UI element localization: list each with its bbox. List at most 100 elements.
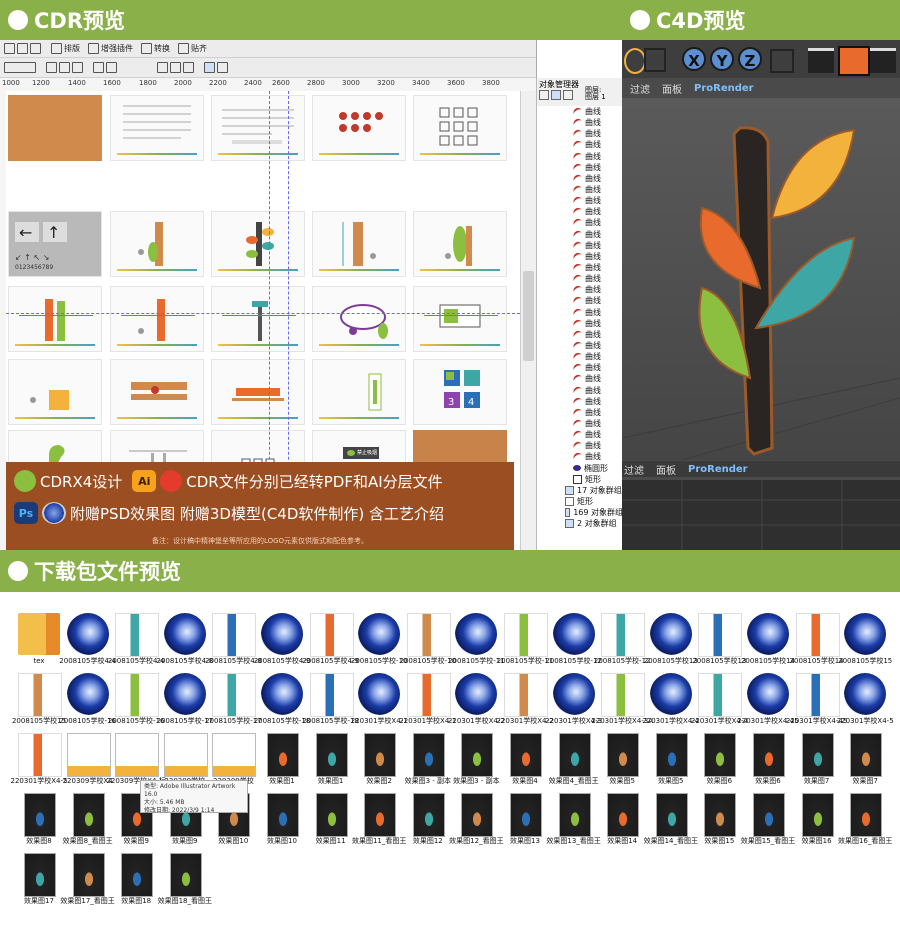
- page-thumb-sign-10[interactable]: [8, 359, 102, 425]
- file-item[interactable]: 效果图16_看图王: [838, 793, 892, 853]
- object-row-curve[interactable]: 曲线: [537, 384, 623, 396]
- c4d-viewport[interactable]: [622, 98, 900, 461]
- file-item[interactable]: 220301学校X4-5: [837, 673, 894, 733]
- bold-icon[interactable]: [46, 62, 57, 73]
- page-thumb-sign-7[interactable]: [211, 286, 305, 352]
- object-row-curve[interactable]: 曲线: [537, 317, 623, 329]
- object-row-curve[interactable]: 曲线: [537, 139, 623, 151]
- object-row-group[interactable]: 169 对象群组: [537, 507, 623, 518]
- object-row-curve[interactable]: 曲线: [537, 440, 623, 452]
- toolbar-item-plugin[interactable]: 增强插件: [88, 43, 133, 54]
- object-row-curve[interactable]: 曲线: [537, 128, 623, 140]
- text-icon[interactable]: [183, 62, 194, 73]
- page-thumb-sign-5[interactable]: [8, 286, 102, 352]
- page-thumb-sign-6[interactable]: [110, 286, 204, 352]
- menu-filter-2[interactable]: 过滤: [624, 462, 644, 477]
- page-thumb-arrows[interactable]: ← ↑ ↙ ↑ ↖ ↘ 0123456789: [8, 211, 102, 277]
- pan-icon[interactable]: [30, 43, 41, 54]
- object-row-curve[interactable]: 曲线: [537, 407, 623, 418]
- render-view-icon[interactable]: [808, 48, 834, 73]
- layer-icon[interactable]: [551, 90, 561, 100]
- list-view-icon[interactable]: [204, 62, 215, 73]
- object-row-rectangle[interactable]: 矩形: [537, 474, 623, 485]
- page-thumb-numbers[interactable]: 34: [413, 359, 507, 425]
- object-row-curve[interactable]: 曲线: [537, 106, 623, 117]
- page-thumb-sign-12[interactable]: [211, 359, 305, 425]
- toolbar-item-layout[interactable]: 排版: [51, 43, 80, 54]
- page-thumb-sign-11[interactable]: [110, 359, 204, 425]
- align-icon[interactable]: [106, 62, 117, 73]
- object-row-curve[interactable]: 曲线: [537, 173, 623, 184]
- toolbar-item-convert[interactable]: 转换: [141, 43, 170, 54]
- wrap-icon[interactable]: [170, 62, 181, 73]
- scrollbar-thumb[interactable]: [523, 271, 534, 361]
- file-item[interactable]: 效果图7: [840, 733, 890, 793]
- object-row-curve[interactable]: 曲线: [537, 284, 623, 296]
- page-thumb-sign-8[interactable]: [312, 286, 406, 352]
- file-item[interactable]: 效果图18_看图王: [158, 853, 212, 913]
- object-row-curve[interactable]: 曲线: [537, 206, 623, 218]
- object-row-curve[interactable]: 曲线: [537, 150, 623, 162]
- object-manager-list[interactable]: 曲线 曲线 曲线 曲线 曲线 曲线 曲线 曲线 曲线 曲线 曲线 曲线 曲线 曲线 曲线 曲线 曲线 曲线 曲线 曲线…: [536, 106, 623, 550]
- object-row-curve[interactable]: 曲线: [537, 262, 623, 273]
- rotate-icon[interactable]: [624, 48, 646, 74]
- select-icon[interactable]: [644, 48, 666, 72]
- options-icon[interactable]: [563, 90, 573, 100]
- page-thumb-cover[interactable]: [8, 95, 102, 161]
- y-axis-button[interactable]: Y: [710, 47, 734, 71]
- canvas-scrollbar[interactable]: [520, 91, 536, 550]
- coordinate-icon[interactable]: [770, 49, 794, 73]
- page-thumb-text-2[interactable]: [211, 95, 305, 161]
- object-row-curve[interactable]: 曲线: [537, 217, 623, 229]
- object-row-curve[interactable]: 曲线: [537, 273, 623, 284]
- page-thumb-sign-1[interactable]: [110, 211, 204, 277]
- dropdown-field[interactable]: [4, 62, 36, 73]
- object-row-curve[interactable]: 曲线: [537, 295, 623, 307]
- object-row-curve[interactable]: 曲线: [537, 362, 623, 374]
- page-thumb-sign-9[interactable]: [413, 286, 507, 352]
- render-picture-viewer-icon[interactable]: [838, 46, 870, 76]
- object-row-curve[interactable]: 曲线: [537, 195, 623, 206]
- object-row-curve[interactable]: 曲线: [537, 251, 623, 262]
- object-row-group[interactable]: 17 对象群组: [537, 485, 623, 496]
- menu-filter[interactable]: 过滤: [630, 81, 650, 96]
- object-row-curve[interactable]: 曲线: [537, 184, 623, 195]
- object-row-group[interactable]: 2 对象群组: [537, 518, 623, 529]
- object-row-curve[interactable]: 曲线: [537, 329, 623, 340]
- page-thumb-sign-3[interactable]: [312, 211, 406, 277]
- object-row-curve[interactable]: 曲线: [537, 161, 623, 173]
- object-row-curve[interactable]: 曲线: [537, 239, 623, 251]
- page-thumb-icons-gray[interactable]: [413, 95, 507, 161]
- object-row-curve[interactable]: 曲线: [537, 429, 623, 440]
- italic-icon[interactable]: [59, 62, 70, 73]
- object-row-group[interactable]: 矩形: [537, 496, 623, 507]
- c4d-timeline[interactable]: [622, 480, 900, 550]
- object-row-curve[interactable]: 曲线: [537, 395, 623, 407]
- render-settings-icon[interactable]: [870, 48, 896, 73]
- object-row-curve[interactable]: 曲线: [537, 228, 623, 240]
- menu-panel-2[interactable]: 面板: [656, 462, 676, 477]
- object-row-curve[interactable]: 曲线: [537, 117, 623, 128]
- view-icon[interactable]: [539, 90, 549, 100]
- menu-prorender-2[interactable]: ProRender: [688, 464, 748, 475]
- z-axis-button[interactable]: Z: [738, 47, 762, 71]
- object-row-curve[interactable]: 曲线: [537, 306, 623, 318]
- underline-icon[interactable]: [72, 62, 83, 73]
- menu-prorender[interactable]: ProRender: [694, 83, 754, 94]
- page-thumb-sign-13[interactable]: [312, 359, 406, 425]
- zoom-icon[interactable]: [4, 43, 15, 54]
- zoom-out-icon[interactable]: [17, 43, 28, 54]
- object-row-curve[interactable]: 曲线: [537, 451, 623, 463]
- color-icon[interactable]: [93, 62, 104, 73]
- menu-panel[interactable]: 面板: [662, 81, 682, 96]
- object-row-curve[interactable]: 曲线: [537, 351, 623, 362]
- page-thumb-icons-red[interactable]: [312, 95, 406, 161]
- object-row-curve[interactable]: 曲线: [537, 373, 623, 385]
- grid-icon[interactable]: [157, 62, 168, 73]
- toolbar-item-snap[interactable]: 贴齐: [178, 43, 207, 54]
- page-thumb-sign-2[interactable]: [211, 211, 305, 277]
- object-row-curve[interactable]: 曲线: [537, 340, 623, 351]
- object-row-curve[interactable]: 曲线: [537, 418, 623, 429]
- file-item[interactable]: 2008105学校15: [838, 613, 892, 673]
- object-row-ellipse[interactable]: 椭圆形: [537, 463, 623, 474]
